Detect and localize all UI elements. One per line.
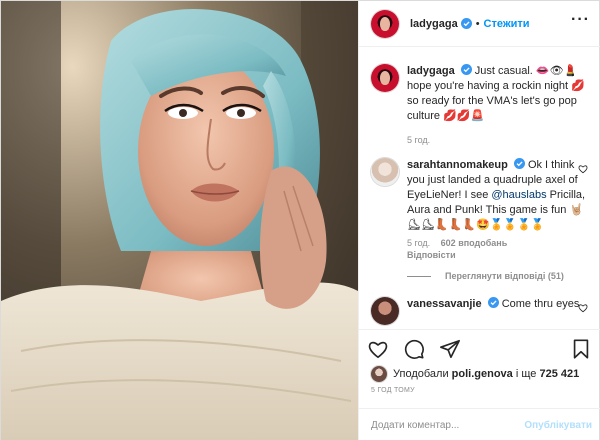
liker-username[interactable]: poli.genova <box>452 368 513 380</box>
comments-list[interactable]: ladygaga Just casual. 👄👁💄hope you're hav… <box>359 48 600 329</box>
likes-summary: Уподобали poli.genova і ще 725 421 <box>359 362 600 384</box>
author-username[interactable]: ladygaga <box>410 18 458 30</box>
instagram-post: ladygaga • Стежити ··· ladygaga Just cas… <box>0 0 600 440</box>
post-actions: Уподобали poli.genova і ще 725 421 5 ГОД… <box>359 329 600 440</box>
commenter-avatar[interactable] <box>371 297 399 325</box>
commenter-username[interactable]: vanessavanjie <box>407 298 482 310</box>
caption-username[interactable]: ladygaga <box>407 65 455 77</box>
comment-mention-link[interactable]: @hauslabs <box>491 189 546 201</box>
comment-time[interactable]: 5 год. <box>407 238 430 248</box>
caption-meta: 5 год. <box>407 134 588 146</box>
header-separator: • <box>475 17 480 30</box>
selfie-photo <box>1 1 358 440</box>
post-side-panel: ladygaga • Стежити ··· ladygaga Just cas… <box>358 1 600 440</box>
comment-input[interactable]: Додати коментар... <box>371 420 524 431</box>
comment-item: vanessavanjie Come thru eyes <box>359 297 600 325</box>
like-heart-icon[interactable] <box>367 338 389 360</box>
comment-body: Come thru eyes <box>501 298 580 310</box>
comment-meta: 5 год. 602 вподобань Відповісти <box>407 237 588 261</box>
verified-badge-icon <box>487 297 499 308</box>
liker-avatar[interactable] <box>371 366 387 382</box>
follow-button[interactable]: Стежити <box>484 18 530 30</box>
caption-avatar[interactable] <box>371 64 399 92</box>
verified-badge-icon <box>460 18 472 29</box>
post-header: ladygaga • Стежити ··· <box>359 1 600 47</box>
caption-comment: ladygaga Just casual. 👄👁💄hope you're hav… <box>359 64 600 146</box>
likes-prefix: Уподобали <box>393 368 449 380</box>
author-avatar[interactable] <box>371 9 399 38</box>
likes-count[interactable]: 725 421 <box>539 368 579 380</box>
view-replies-button[interactable]: Переглянути відповіді (51) <box>407 271 600 281</box>
bookmark-icon[interactable] <box>570 338 592 360</box>
post-timestamp[interactable]: 5 ГОД ТОМУ <box>359 384 600 398</box>
reply-button[interactable]: Відповісти <box>407 250 456 260</box>
caption-text: ladygaga Just casual. 👄👁💄hope you're hav… <box>407 64 588 124</box>
commenter-avatar[interactable] <box>371 158 399 186</box>
comment-text: sarahtannomakeup Ok I think you just lan… <box>407 158 588 233</box>
comment-text: vanessavanjie Come thru eyes <box>407 297 588 312</box>
view-replies-label: Переглянути відповіді (51) <box>445 271 564 281</box>
share-paper-plane-icon[interactable] <box>439 338 461 360</box>
comment-likes-count[interactable]: 602 вподобань <box>441 238 508 248</box>
comment-item: sarahtannomakeup Ok I think you just lan… <box>359 158 600 261</box>
commenter-username[interactable]: sarahtannomakeup <box>407 159 508 171</box>
add-comment-bar: Додати коментар... Опублікувати <box>359 408 600 440</box>
verified-badge-icon <box>513 158 525 169</box>
likes-middle: і ще <box>515 368 537 380</box>
action-icons-row <box>359 330 600 362</box>
like-comment-heart-icon[interactable] <box>578 164 588 174</box>
publish-button[interactable]: Опублікувати <box>524 420 592 431</box>
replies-line <box>407 275 431 277</box>
caption-time[interactable]: 5 год. <box>407 135 430 145</box>
verified-badge-icon <box>460 64 472 75</box>
more-options-icon[interactable]: ··· <box>571 12 590 28</box>
like-comment-heart-icon[interactable] <box>578 303 588 313</box>
post-photo[interactable] <box>1 1 358 440</box>
comment-bubble-icon[interactable] <box>403 338 425 360</box>
